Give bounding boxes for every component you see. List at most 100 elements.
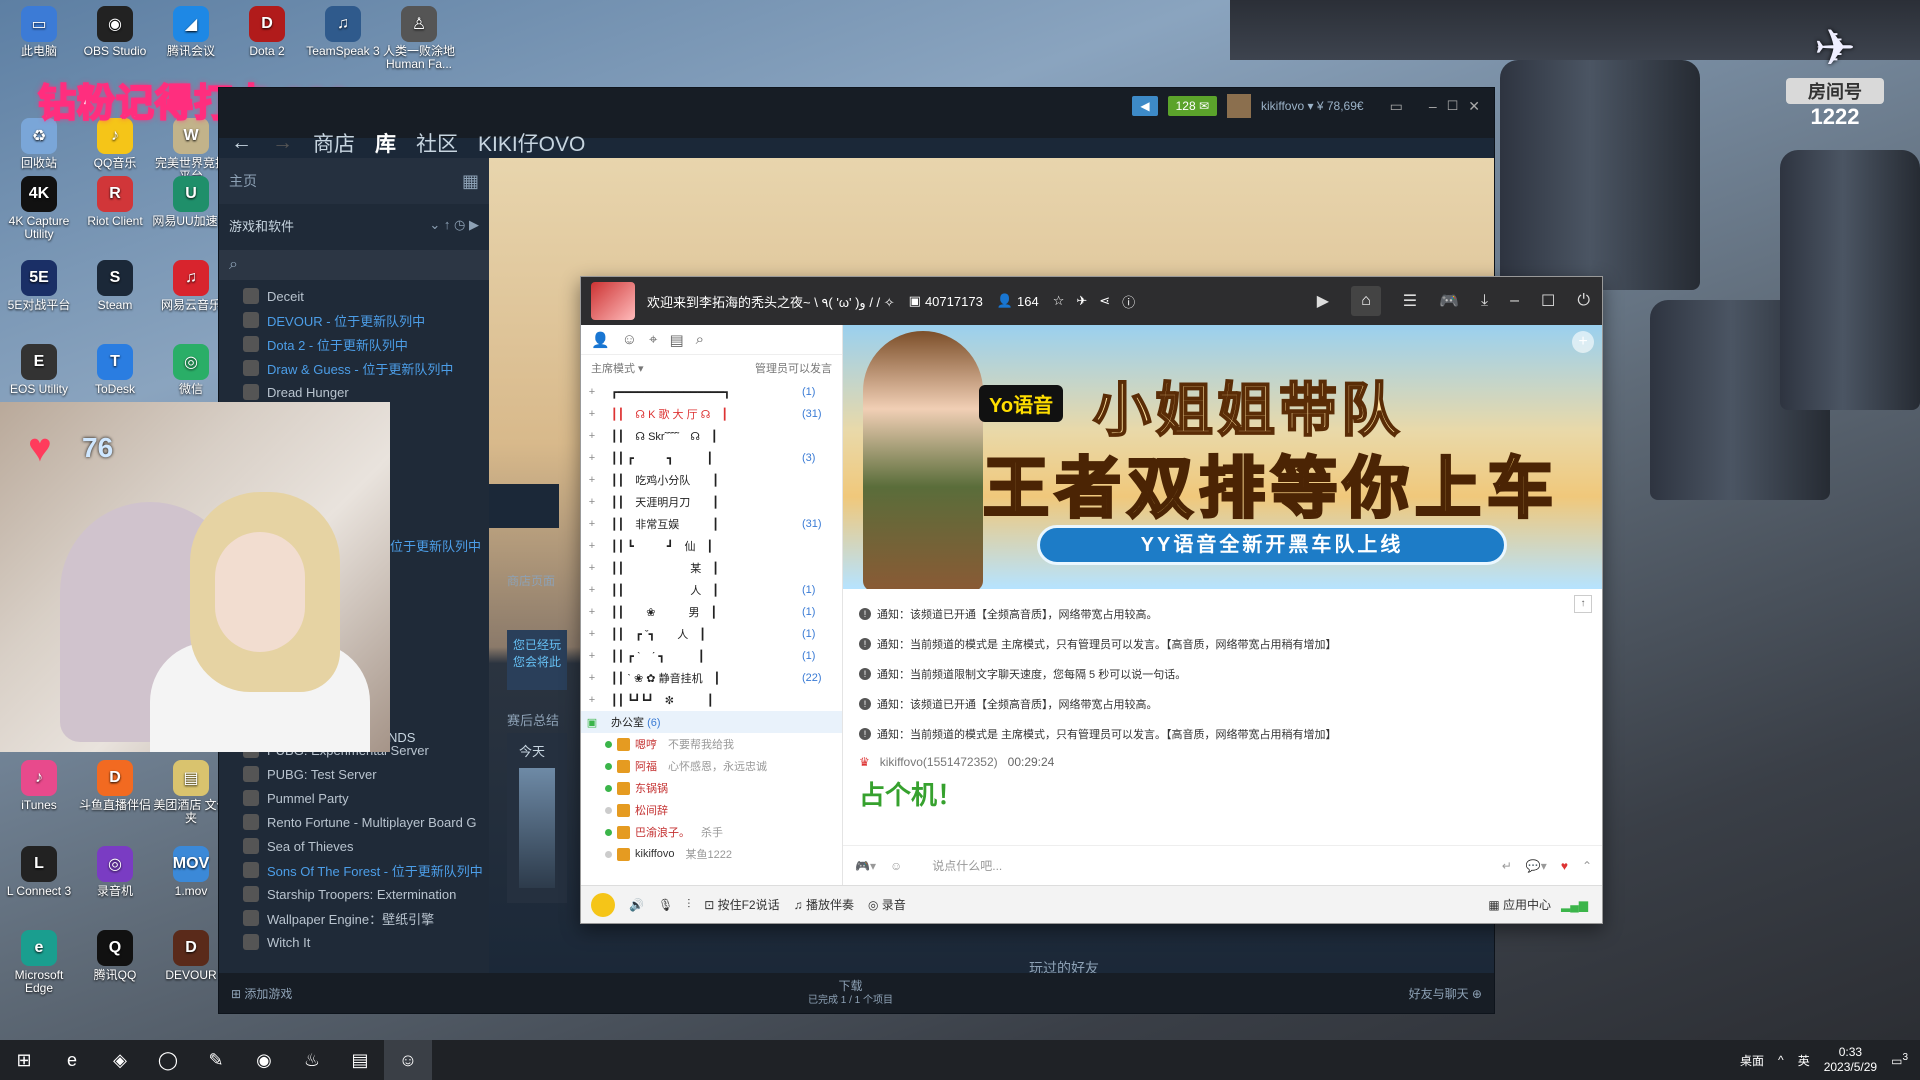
avatar[interactable] <box>1227 94 1252 118</box>
library-game-item[interactable]: Sea of Thieves <box>219 834 489 858</box>
channel-item[interactable]: + ┃┃ ┗┛┗┛ ✼ ┃ <box>581 689 842 711</box>
minimize-icon[interactable]: – <box>1429 98 1437 114</box>
yy-icon[interactable]: ☺ <box>384 1040 432 1080</box>
channel-user[interactable]: 阿福 心怀感恩，永远忠诚 <box>581 755 842 777</box>
desktop-icon[interactable]: ◉ OBS Studio <box>76 6 154 58</box>
channel-item[interactable]: + ┃┃ ┏ ˋ ˊ ┓ ┃ (1) <box>581 645 842 667</box>
channel-item[interactable]: + ┃┃ ┏ ˇ┓ 人 ┃ (1) <box>581 623 842 645</box>
library-game-item[interactable]: Starship Troopers: Extermination <box>219 882 489 906</box>
user-list-icon[interactable]: 👤 <box>591 331 610 349</box>
channel-item[interactable]: + ┃┃ ☊ Skr˜˜˜˜ ☊ ┃ <box>581 425 842 447</box>
nav-community[interactable]: 社区 <box>416 128 458 158</box>
download-icon[interactable]: ⤓ <box>1481 292 1488 310</box>
gamepad-icon[interactable]: 🎮 <box>1439 291 1459 311</box>
gift-icon[interactable]: ♥ <box>1561 859 1568 873</box>
expand-icon[interactable]: + <box>581 408 603 420</box>
desktop-icon[interactable]: ♪ iTunes <box>0 760 78 812</box>
channel-office[interactable]: ▣ 办公室 (6) <box>581 711 842 733</box>
desktop-icon[interactable]: ♫ TeamSpeak 3 <box>304 6 382 58</box>
maximize-icon[interactable]: ☐ <box>1541 291 1555 311</box>
expand-icon[interactable]: + <box>581 452 603 464</box>
microphone-icon[interactable]: 🎙 <box>658 898 673 912</box>
obs-icon[interactable]: ◯ <box>144 1040 192 1080</box>
library-game-item[interactable]: DEVOUR - 位于更新队列中 <box>219 308 489 332</box>
store-page-link[interactable]: 商店页面 <box>489 572 559 594</box>
expand-icon[interactable]: + <box>581 540 603 552</box>
expand-icon[interactable]: + <box>581 496 603 508</box>
list-icon[interactable]: ☰ <box>1403 291 1417 311</box>
channel-item[interactable]: + ┃┃ 人 ┃ (1) <box>581 579 842 601</box>
channel-item[interactable]: + ┃┃ ˋ ❀ ✿ 静音挂机 ┃ (22) <box>581 667 842 689</box>
edge-icon[interactable]: e <box>48 1040 96 1080</box>
downloads-status[interactable]: 下载 已完成 1 / 1 个项目 <box>808 979 893 1007</box>
desktop-icon[interactable]: ▭ 此电脑 <box>0 6 78 58</box>
video-icon[interactable]: ▶ <box>1317 291 1329 311</box>
friends-chat-button[interactable]: 好友与聊天 ⊕ <box>1409 985 1482 1002</box>
expand-icon[interactable]: + <box>581 562 603 574</box>
channel-user[interactable]: 东锅锅 <box>581 777 842 799</box>
expand-icon[interactable]: + <box>581 628 603 640</box>
office-expand-icon[interactable]: ▣ <box>581 716 603 729</box>
maximize-icon[interactable]: ☐ <box>1447 98 1459 114</box>
back-button[interactable]: ← <box>231 131 252 155</box>
notification-badge[interactable]: 128 ✉ <box>1167 96 1218 116</box>
channel-item[interactable]: + ┃┃ ☊ K 歌 大 厅 ☊ ┃ (31) <box>581 403 842 425</box>
desktop-icon[interactable]: D 斗鱼直播伴侣 <box>76 760 154 812</box>
library-game-item[interactable]: Rento Fortune - Multiplayer Board G <box>219 810 489 834</box>
play-music-button[interactable]: ♫ 播放伴奏 <box>794 896 854 913</box>
screenshot-icon[interactable]: ▭ <box>1390 98 1403 115</box>
chat-mode-icon[interactable]: 💬▾ <box>1526 859 1547 873</box>
desktop-icon[interactable]: Q 腾讯QQ <box>76 930 154 982</box>
expand-icon[interactable]: + <box>581 584 603 596</box>
filter-controls-icon[interactable]: ⌄ ↑ ◷ ▶ <box>429 217 479 233</box>
push-to-talk-button[interactable]: ⊡ 按住F2说话 <box>704 896 779 913</box>
collapse-icon[interactable]: ⌃ <box>1582 859 1592 873</box>
desktop-icon[interactable]: ♙ 人类一败涂地 Human Fa... <box>380 6 458 71</box>
add-game-button[interactable]: ⊞ 添加游戏 <box>231 985 292 1002</box>
library-game-item[interactable]: Witch It <box>219 930 489 954</box>
desktop-label[interactable]: 桌面 <box>1740 1052 1764 1069</box>
desktop-icon[interactable]: ◢ 腾讯会议 <box>152 6 230 58</box>
user-avatar-icon[interactable] <box>591 892 615 917</box>
app-center-button[interactable]: ▦ 应用中心 <box>1488 896 1551 913</box>
equalizer-icon[interactable]: ⫶ <box>687 897 690 912</box>
record-button[interactable]: ◎ 录音 <box>868 896 906 913</box>
channel-item[interactable]: + ┃┃ ┏ ┓ ┃ (3) <box>581 447 842 469</box>
mode-dropdown[interactable]: 主席模式 ▾ <box>591 360 644 376</box>
library-game-item[interactable]: Draw & Guess - 位于更新队列中 <box>219 356 489 380</box>
channel-item[interactable]: + ┃┃ 非常互娱 ┃ (31) <box>581 513 842 535</box>
desktop-icon[interactable]: 4K 4K Capture Utility <box>0 176 78 241</box>
nav-store[interactable]: 商店 <box>313 128 355 158</box>
channel-item[interactable]: + ┃┃ 天涯明月刀 ┃ <box>581 491 842 513</box>
board-icon[interactable]: ▤ <box>669 331 683 349</box>
close-icon[interactable]: ✕ <box>1468 98 1480 115</box>
emoji-icon[interactable]: ☺ <box>890 859 902 873</box>
library-search-input[interactable]: ⌕ <box>219 250 489 280</box>
expand-icon[interactable]: + <box>581 606 603 618</box>
channel-banner[interactable]: Yo语音 小姐姐带队 王者双排等你上车 YY语音全新开黑车队上线 + <box>843 325 1602 589</box>
expand-icon[interactable]: + <box>581 518 603 530</box>
desktop-icon[interactable]: ◎ 录音机 <box>76 846 154 898</box>
chat-username[interactable]: kikiffovo(1551472352) <box>880 755 998 769</box>
power-icon[interactable]: ⏻ <box>1577 292 1590 310</box>
start-icon[interactable]: ⊞ <box>0 1040 48 1080</box>
desktop-icon[interactable]: L L Connect 3 <box>0 846 78 898</box>
home-icon[interactable]: ⌂ <box>1351 286 1381 316</box>
send-icon[interactable]: ↵ <box>1502 859 1512 873</box>
folder-icon[interactable]: ▤ <box>336 1040 384 1080</box>
nav-library[interactable]: 库 <box>375 128 396 158</box>
channel-item[interactable]: + ┃┃ ❀ 男 ┃ (1) <box>581 601 842 623</box>
desktop-icon[interactable]: R Riot Client <box>76 176 154 228</box>
desktop-icon[interactable]: 5E 5E对战平台 <box>0 260 78 312</box>
library-game-item[interactable]: PUBG: Test Server <box>219 762 489 786</box>
library-game-item[interactable]: Pummel Party <box>219 786 489 810</box>
library-game-item[interactable]: Wallpaper Engine：壁纸引擎 <box>219 906 489 930</box>
tray-overflow-icon[interactable]: ^ <box>1778 1053 1784 1067</box>
info-icon[interactable]: ⓘ <box>1122 292 1135 311</box>
library-game-item[interactable]: Sons Of The Forest - 位于更新队列中 <box>219 858 489 882</box>
clock[interactable]: 0:33 2023/5/29 <box>1824 1045 1877 1075</box>
library-game-item[interactable]: Dread Hunger <box>219 380 489 404</box>
channel-user[interactable]: kikiffovo 某鱼1222 <box>581 843 842 865</box>
chat-input[interactable]: 说点什么吧... <box>916 857 1488 874</box>
share-icon[interactable]: ⋖ <box>1099 293 1110 309</box>
